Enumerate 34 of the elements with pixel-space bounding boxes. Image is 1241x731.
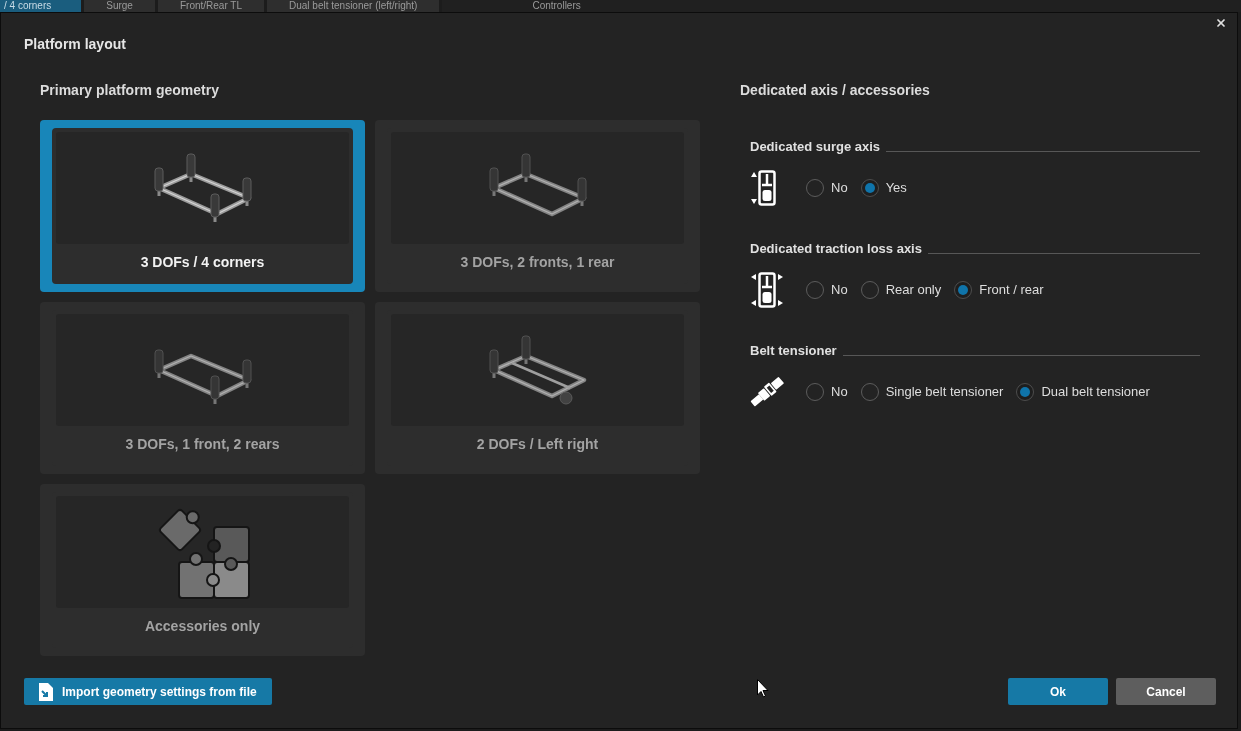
dialog-title: Platform layout	[24, 36, 127, 52]
mouse-pointer-icon	[757, 679, 769, 698]
geometry-option[interactable]: 2 DOFs / Left right	[375, 302, 700, 474]
file-import-icon	[38, 681, 54, 702]
background-tab[interactable]: Dual belt tensioner (left/right)	[267, 0, 440, 12]
radio-label[interactable]: Dual belt tensioner	[1041, 382, 1150, 402]
seat-side-arrows-icon	[750, 272, 784, 308]
section-heading: Primary platform geometry	[40, 82, 220, 98]
radio-label[interactable]: No	[831, 280, 848, 300]
radio-button[interactable]	[1016, 383, 1035, 401]
cancel-button[interactable]: Cancel	[1116, 678, 1216, 705]
ok-button[interactable]: Ok	[1008, 678, 1108, 705]
radio-label[interactable]: Front / rear	[979, 280, 1044, 300]
group-heading: Dedicated surge axis	[750, 139, 881, 155]
close-icon	[1215, 17, 1227, 29]
background-tab[interactable]: / 4 corners	[0, 0, 82, 12]
geometry-option[interactable]: 3 DOFs, 2 fronts, 1 rear	[375, 120, 700, 292]
geometry-option[interactable]: Accessories only	[40, 484, 365, 656]
radio-label[interactable]: No	[831, 382, 848, 402]
import-button[interactable]: Import geometry settings from file	[24, 678, 272, 705]
geometry-option[interactable]: 3 DOFs, 1 front, 2 rears	[40, 302, 365, 474]
section-heading: Dedicated axis / accessories	[740, 82, 931, 98]
group-heading: Dedicated traction loss axis	[750, 241, 922, 257]
group-heading: Belt tensioner	[750, 343, 837, 359]
radio-label[interactable]: No	[831, 178, 848, 198]
radio-button[interactable]	[860, 179, 879, 197]
radio-label[interactable]: Yes	[885, 178, 907, 198]
background-header: Controllers	[532, 0, 581, 11]
background-tab[interactable]: Surge	[84, 0, 155, 12]
background-tab[interactable]: Front/Rear TL	[157, 0, 264, 12]
geometry-option[interactable]: 3 DOFs / 4 corners	[40, 120, 365, 292]
radio-button[interactable]	[954, 281, 973, 299]
radio-label[interactable]: Rear only	[885, 280, 942, 300]
radio-label[interactable]: Single belt tensioner	[885, 382, 1004, 402]
